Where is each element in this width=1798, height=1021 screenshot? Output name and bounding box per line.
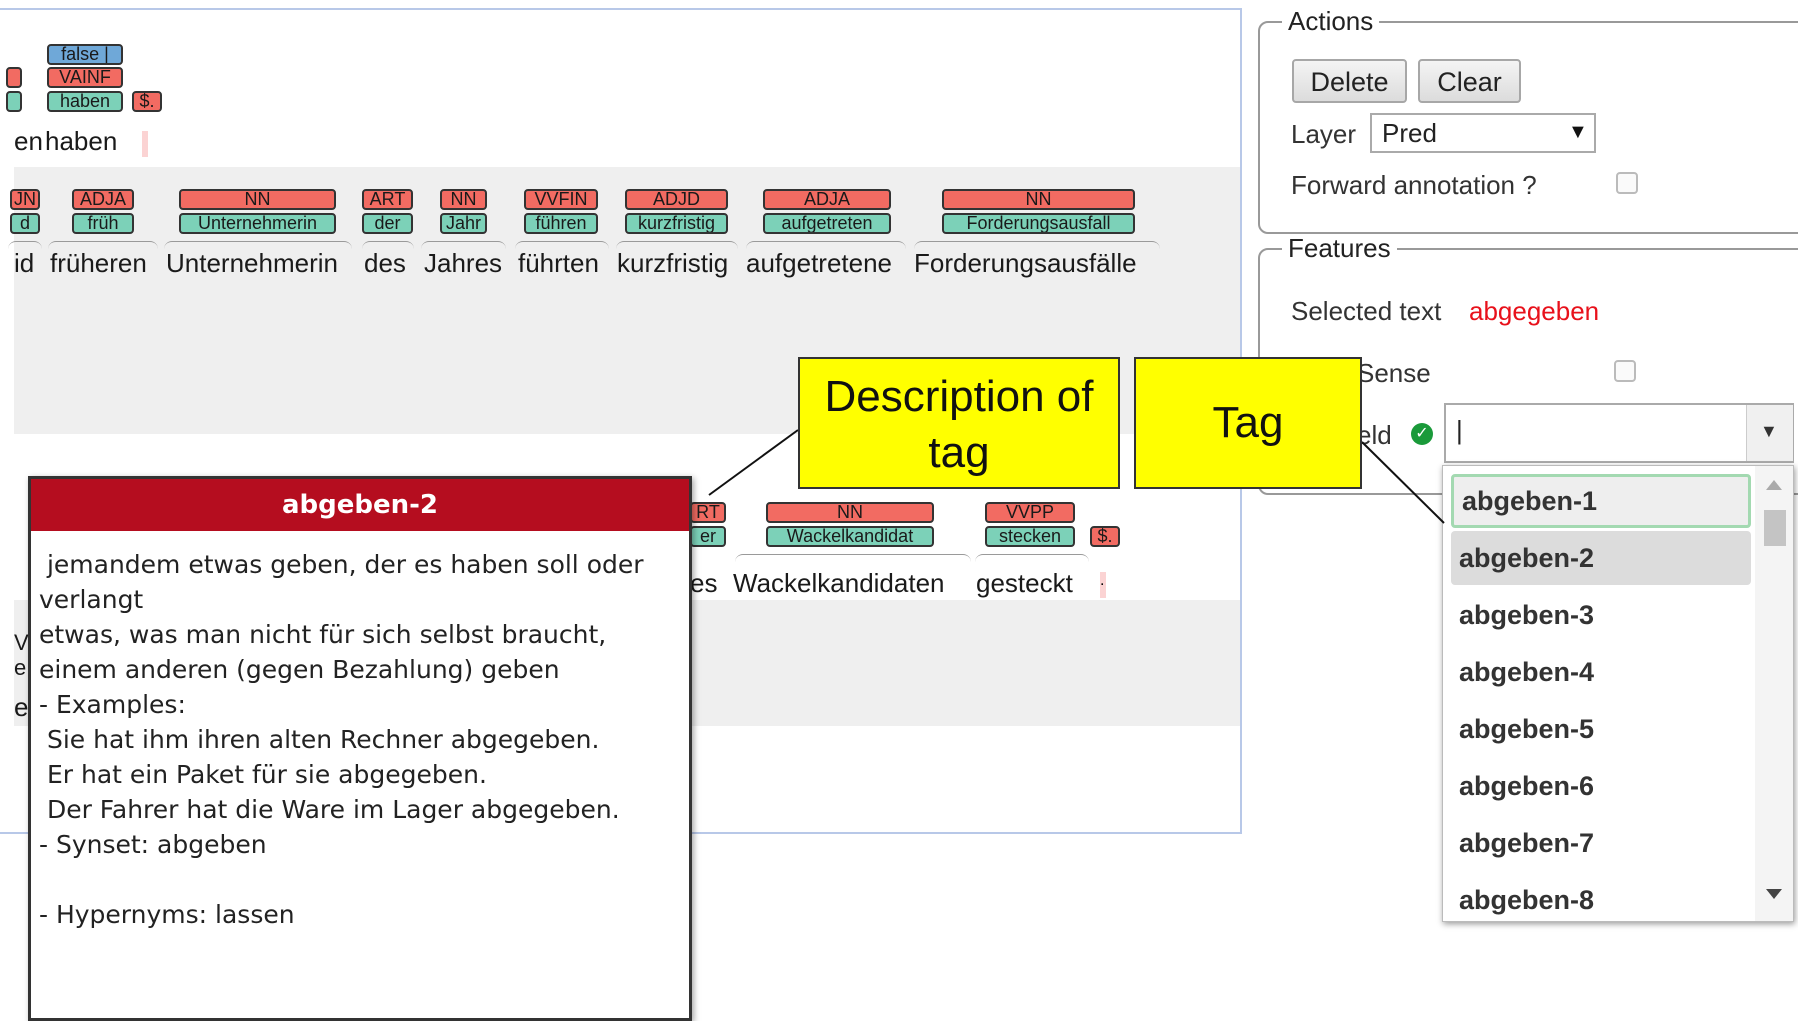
callout-description-of-tag: Description of tag [798,357,1120,489]
callout-pointer-lines [708,429,1445,524]
callout-line-tag [1361,441,1445,524]
callout-line-desc [708,429,799,496]
callout-tag: Tag [1134,357,1362,489]
